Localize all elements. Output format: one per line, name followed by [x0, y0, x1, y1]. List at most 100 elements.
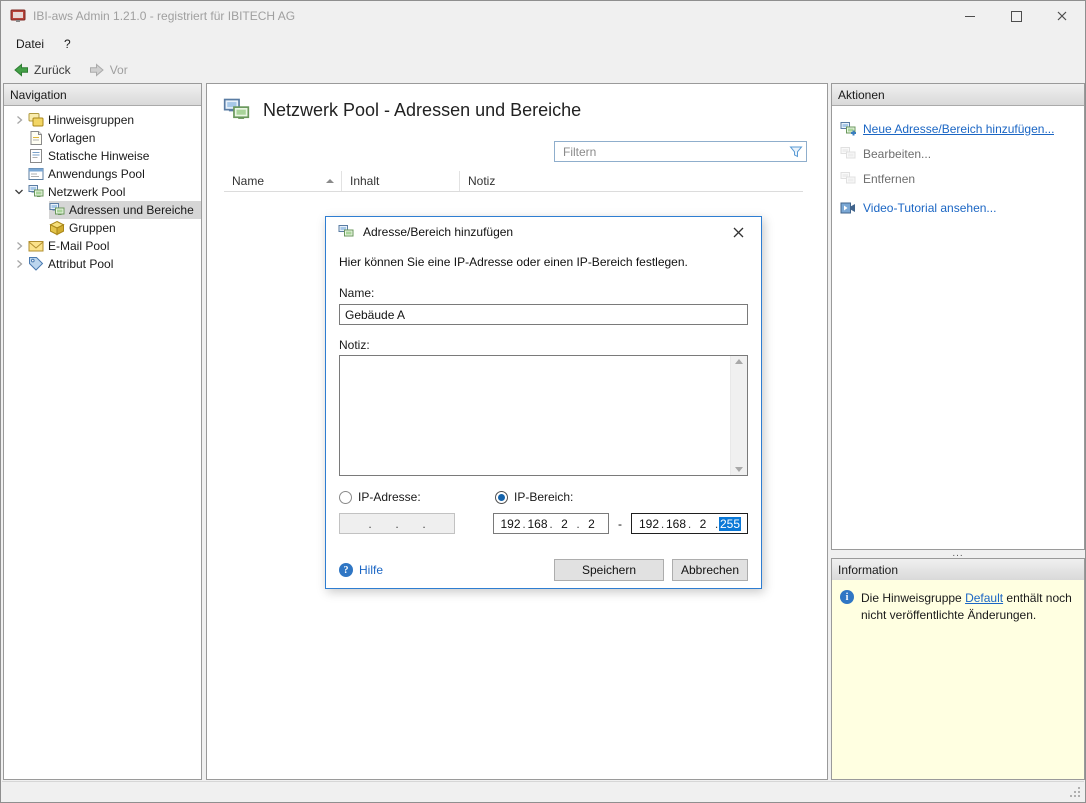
filter-row: [224, 141, 807, 162]
ip-range-start-input[interactable]: 192.168.2.2: [493, 513, 609, 534]
tree-item-gruppen[interactable]: Gruppen: [4, 219, 201, 237]
tree-item-label: Hinweisgruppen: [44, 112, 138, 128]
action-label: Video-Tutorial ansehen...: [863, 201, 996, 215]
filter-input[interactable]: [555, 143, 786, 160]
column-header-inhalt[interactable]: Inhalt: [342, 171, 460, 191]
dialog-close-button[interactable]: [716, 218, 760, 246]
menu-bar: Datei ?: [1, 31, 1085, 56]
help-link[interactable]: ? Hilfe: [339, 563, 383, 577]
action-remove[interactable]: Entfernen: [840, 166, 1084, 191]
menu-datei[interactable]: Datei: [6, 33, 54, 55]
edit-icon: [840, 146, 856, 162]
note-input[interactable]: [339, 355, 748, 476]
tree-item-label: Gruppen: [65, 220, 120, 236]
information-panel: Information i Die Hinweisgruppe Default …: [831, 558, 1085, 780]
application-pool-icon: [28, 166, 44, 182]
info-icon: i: [840, 590, 854, 604]
add-address-icon: [840, 121, 856, 137]
chevron-right-icon[interactable]: [10, 111, 28, 129]
ip-range-label: IP-Bereich:: [514, 490, 573, 504]
ip-range-radio[interactable]: IP-Bereich:: [495, 490, 573, 504]
page-title-row: Netzwerk Pool - Adressen und Bereiche: [207, 84, 827, 124]
page-title: Netzwerk Pool - Adressen und Bereiche: [263, 100, 581, 121]
window-controls: [947, 1, 1085, 31]
help-label: Hilfe: [359, 563, 383, 577]
dialog-network-icon: [338, 224, 354, 240]
back-button[interactable]: Zurück: [6, 59, 78, 81]
default-group-link[interactable]: Default: [965, 591, 1003, 605]
menu-help[interactable]: ?: [54, 33, 81, 55]
close-button[interactable]: [1039, 1, 1085, 31]
radio-checked-icon: [495, 491, 508, 504]
scroll-down-icon: [735, 467, 743, 472]
name-input[interactable]: [339, 304, 748, 325]
remove-icon: [840, 171, 856, 187]
action-add-address[interactable]: Neue Adresse/Bereich hinzufügen...: [840, 116, 1084, 141]
tree-item-hinweisgruppen[interactable]: Hinweisgruppen: [4, 111, 201, 129]
tree-item-label: Anwendungs Pool: [44, 166, 149, 182]
back-label: Zurück: [34, 63, 71, 77]
dialog-title: Adresse/Bereich hinzufügen: [363, 225, 513, 239]
network-pool-icon: [223, 97, 250, 124]
attribute-pool-icon: [28, 256, 44, 272]
chevron-down-icon[interactable]: [10, 183, 28, 201]
email-pool-icon: [28, 238, 44, 254]
network-pool-icon: [28, 184, 44, 200]
tree-item-anwendungs-pool[interactable]: Anwendungs Pool: [4, 165, 201, 183]
tree-item-vorlagen[interactable]: Vorlagen: [4, 129, 201, 147]
action-edit[interactable]: Bearbeiten...: [840, 141, 1084, 166]
column-header-notiz[interactable]: Notiz: [460, 171, 803, 191]
tree-item-email-pool[interactable]: E-Mail Pool: [4, 237, 201, 255]
navigation-header: Navigation: [4, 84, 201, 106]
filter-funnel-icon[interactable]: [786, 145, 806, 159]
scroll-up-icon: [735, 359, 743, 364]
back-arrow-icon: [13, 62, 29, 78]
column-header-name[interactable]: Name: [224, 171, 342, 191]
dialog-body: Hier können Sie eine IP-Adresse oder ein…: [326, 247, 761, 581]
forward-button[interactable]: Vor: [82, 59, 135, 81]
save-button[interactable]: Speichern: [554, 559, 664, 581]
resize-grip[interactable]: [1068, 785, 1082, 799]
video-tutorial-icon: [840, 200, 856, 216]
minimize-button[interactable]: [947, 1, 993, 31]
hint-groups-icon: [28, 112, 44, 128]
action-label: Neue Adresse/Bereich hinzufügen...: [863, 122, 1054, 136]
ip-address-input: ...: [339, 513, 455, 534]
tree-item-label: Adressen und Bereiche: [65, 202, 198, 218]
navigation-panel: Navigation Hinweisgruppen Vorlagen: [3, 83, 202, 780]
tree-item-adressen-und-bereiche[interactable]: Adressen und Bereiche: [4, 201, 201, 219]
templates-icon: [28, 130, 44, 146]
app-icon: [10, 8, 26, 24]
radio-unchecked-icon: [339, 491, 352, 504]
toolbar: Zurück Vor: [1, 56, 1085, 83]
actions-header: Aktionen: [832, 84, 1084, 106]
name-label: Name:: [339, 286, 748, 300]
note-scrollbar[interactable]: [730, 356, 747, 475]
chevron-right-icon[interactable]: [10, 237, 28, 255]
static-hints-icon: [28, 148, 44, 164]
tree-item-label: Netzwerk Pool: [44, 184, 129, 200]
filter-box: [554, 141, 807, 162]
tree-item-attribut-pool[interactable]: Attribut Pool: [4, 255, 201, 273]
ip-address-radio[interactable]: IP-Adresse:: [339, 490, 495, 504]
chevron-right-icon[interactable]: [10, 255, 28, 273]
status-bar: [2, 781, 1084, 801]
action-video-tutorial[interactable]: Video-Tutorial ansehen...: [840, 195, 1084, 220]
note-label: Notiz:: [339, 338, 748, 352]
information-body: i Die Hinweisgruppe Default enthält noch…: [832, 580, 1084, 779]
dialog-footer: ? Hilfe Speichern Abbrechen: [339, 559, 748, 581]
navigation-tree: Hinweisgruppen Vorlagen Statische Hinwei…: [4, 106, 201, 273]
cancel-button[interactable]: Abbrechen: [672, 559, 748, 581]
ip-range-end-input[interactable]: 192.168.2.255: [631, 513, 748, 534]
tree-item-netzwerk-pool[interactable]: Netzwerk Pool: [4, 183, 201, 201]
close-icon: [1057, 11, 1067, 21]
dialog-titlebar: Adresse/Bereich hinzufügen: [326, 217, 761, 247]
addresses-icon: [49, 202, 65, 218]
panel-splitter[interactable]: ...: [831, 550, 1085, 558]
ip-inputs-row: ... 192.168.2.2 - 192.168.2.255: [339, 513, 748, 534]
add-address-dialog: Adresse/Bereich hinzufügen Hier können S…: [325, 216, 762, 589]
tree-item-statische-hinweise[interactable]: Statische Hinweise: [4, 147, 201, 165]
forward-label: Vor: [110, 63, 128, 77]
actions-list: Neue Adresse/Bereich hinzufügen... Bearb…: [832, 106, 1084, 220]
maximize-button[interactable]: [993, 1, 1039, 31]
